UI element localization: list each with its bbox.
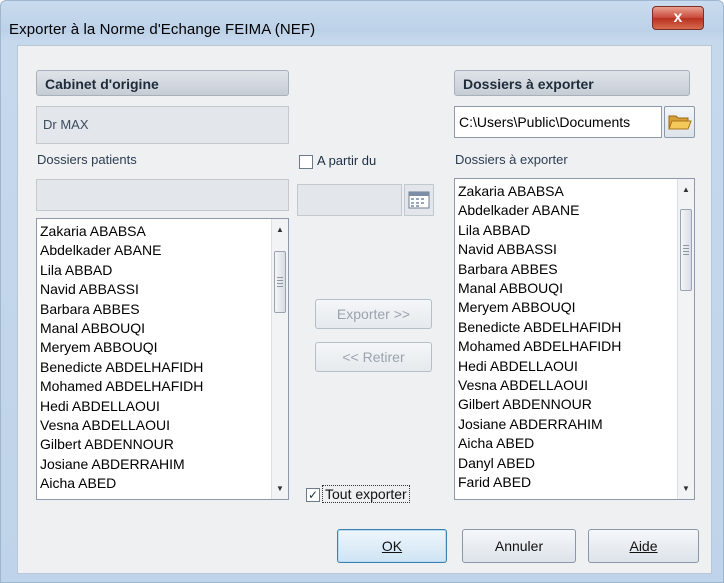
origin-cabinet-field: Dr MAX xyxy=(36,106,289,144)
list-item[interactable]: Meryem ABBOUQI xyxy=(458,298,621,317)
help-button[interactable]: Aide xyxy=(588,529,699,563)
dialog-body: Cabinet d'origine Dr MAX Dossiers patien… xyxy=(17,45,712,574)
list-item[interactable]: Vesna ABDELLAOUI xyxy=(458,376,621,395)
list-item[interactable]: Navid ABBASSI xyxy=(458,240,621,259)
patients-filter-field[interactable] xyxy=(36,179,289,211)
list-item[interactable]: Zakaria ABABSA xyxy=(458,182,621,201)
export-all-checkbox[interactable]: ✓ xyxy=(306,488,320,502)
list-item[interactable]: Hedi ABDELLAOUI xyxy=(458,357,621,376)
patients-list-items: Zakaria ABABSA Abdelkader ABANE Lila ABBAD… xyxy=(40,222,203,494)
export-path-input[interactable]: C:\Users\Public\Documents xyxy=(454,106,662,138)
list-item[interactable]: Manal ABBOUQI xyxy=(458,279,621,298)
patients-scrollbar[interactable]: ▲ ▼ xyxy=(271,219,288,499)
list-item[interactable]: Navid ABBASSI xyxy=(40,280,203,299)
list-item[interactable]: Lila ABBAD xyxy=(458,221,621,240)
list-item[interactable]: Gilbert ABDENNOUR xyxy=(40,435,203,454)
ok-button-label: OK xyxy=(381,538,403,554)
list-item[interactable]: Meryem ABBOUQI xyxy=(40,338,203,357)
exports-group-header: Dossiers à exporter xyxy=(454,70,690,96)
list-item[interactable]: Hedi ABDELLAOUI xyxy=(40,397,203,416)
patients-list[interactable]: Zakaria ABABSA Abdelkader ABANE Lila ABBAD… xyxy=(36,218,289,500)
patients-scroll-thumb[interactable] xyxy=(274,251,286,313)
help-button-label: Aide xyxy=(629,538,658,554)
export-button[interactable]: Exporter >> xyxy=(315,299,432,329)
list-item[interactable]: Josiane ABDERRAHIM xyxy=(40,455,203,474)
list-item[interactable]: Zakaria ABABSA xyxy=(40,222,203,241)
export-dialog: Exporter à la Norme d'Echange FEIMA (NEF… xyxy=(0,0,724,583)
remove-button[interactable]: << Retirer xyxy=(315,342,432,372)
title-bar[interactable]: Exporter à la Norme d'Echange FEIMA (NEF… xyxy=(1,1,723,45)
dialog-title: Exporter à la Norme d'Echange FEIMA (NEF… xyxy=(9,21,316,38)
list-item[interactable]: Vesna ABDELLAOUI xyxy=(40,416,203,435)
exports-list-items: Zakaria ABABSA Abdelkader ABANE Lila ABBAD… xyxy=(458,182,621,493)
export-all-label[interactable]: Tout exporter xyxy=(322,485,410,503)
exports-list[interactable]: Zakaria ABABSA Abdelkader ABANE Lila ABBAD… xyxy=(454,178,695,500)
origin-group-header: Cabinet d'origine xyxy=(36,70,289,96)
list-item[interactable]: Gilbert ABDENNOUR xyxy=(458,395,621,414)
list-item[interactable]: Josiane ABDERRAHIM xyxy=(458,415,621,434)
from-date-label[interactable]: A partir du xyxy=(317,153,376,168)
exports-list-label: Dossiers à exporter xyxy=(455,152,568,167)
cancel-button[interactable]: Annuler xyxy=(462,529,576,563)
list-item[interactable]: Mohamed ABDELHAFIDH xyxy=(40,377,203,396)
checkmark-icon: ✓ xyxy=(307,488,319,502)
from-date-checkbox[interactable] xyxy=(299,155,313,169)
folder-open-icon xyxy=(668,115,692,130)
arrow-up-icon[interactable]: ▲ xyxy=(678,181,694,198)
list-item[interactable]: Aicha ABED xyxy=(458,434,621,453)
arrow-down-icon[interactable]: ▼ xyxy=(678,480,694,497)
arrow-up-icon[interactable]: ▲ xyxy=(272,221,288,238)
exports-scrollbar[interactable]: ▲ ▼ xyxy=(677,179,694,499)
list-item[interactable]: Manal ABBOUQI xyxy=(40,319,203,338)
patients-label: Dossiers patients xyxy=(37,152,137,167)
list-item[interactable]: Danyl ABED xyxy=(458,454,621,473)
from-date-field[interactable] xyxy=(297,184,402,216)
list-item[interactable]: Farid ABED xyxy=(458,473,621,492)
exports-scroll-thumb[interactable] xyxy=(680,209,692,291)
calendar-button[interactable] xyxy=(404,184,434,216)
calendar-icon xyxy=(408,191,430,209)
ok-button[interactable]: OK xyxy=(337,529,447,563)
list-item[interactable]: Benedicte ABDELHAFIDH xyxy=(458,318,621,337)
close-icon: x xyxy=(673,9,683,26)
list-item[interactable]: Barbara ABBES xyxy=(458,260,621,279)
list-item[interactable]: Mohamed ABDELHAFIDH xyxy=(458,337,621,356)
list-item[interactable]: Abdelkader ABANE xyxy=(40,241,203,260)
close-button[interactable]: x xyxy=(652,6,704,30)
list-item[interactable]: Barbara ABBES xyxy=(40,300,203,319)
browse-folder-button[interactable] xyxy=(664,106,695,138)
arrow-down-icon[interactable]: ▼ xyxy=(272,480,288,497)
list-item[interactable]: Aicha ABED xyxy=(40,474,203,493)
list-item[interactable]: Lila ABBAD xyxy=(40,261,203,280)
list-item[interactable]: Benedicte ABDELHAFIDH xyxy=(40,358,203,377)
list-item[interactable]: Abdelkader ABANE xyxy=(458,201,621,220)
